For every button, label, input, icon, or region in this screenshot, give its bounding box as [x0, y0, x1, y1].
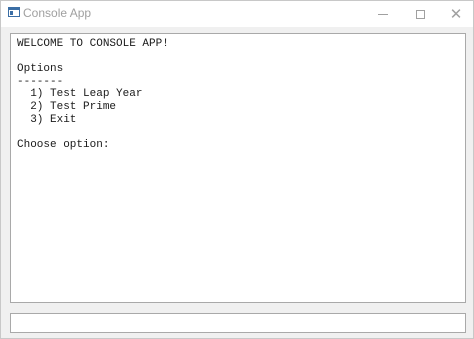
console-line: Options — [17, 63, 64, 76]
console-line: WELCOME TO CONSOLE APP! — [17, 38, 169, 50]
window-title: Console App — [23, 6, 92, 20]
console-line: 1) Test Leap Year — [17, 88, 143, 101]
console-line: Choose option: — [17, 138, 110, 151]
command-input[interactable] — [11, 316, 465, 334]
console-text: WELCOME TO CONSOLE APP! Options ------- … — [17, 38, 169, 151]
maximize-button[interactable] — [402, 1, 438, 27]
command-input-box[interactable] — [10, 313, 466, 334]
console-output[interactable]: WELCOME TO CONSOLE APP! Options ------- … — [10, 33, 466, 303]
minimize-icon — [378, 13, 388, 15]
minimize-button[interactable] — [365, 1, 401, 27]
console-app-icon — [8, 7, 20, 17]
title-bar[interactable]: Console App ✕ — [1, 1, 473, 27]
app-window: Console App ✕ WELCOME TO CONSOLE APP! Op… — [0, 0, 474, 339]
console-line: 3) Exit — [17, 113, 77, 126]
console-line: 2) Test Prime — [17, 100, 117, 113]
close-button[interactable]: ✕ — [438, 1, 474, 27]
maximize-icon — [415, 9, 425, 19]
console-line: ------- — [17, 75, 64, 88]
close-icon: ✕ — [449, 4, 463, 23]
